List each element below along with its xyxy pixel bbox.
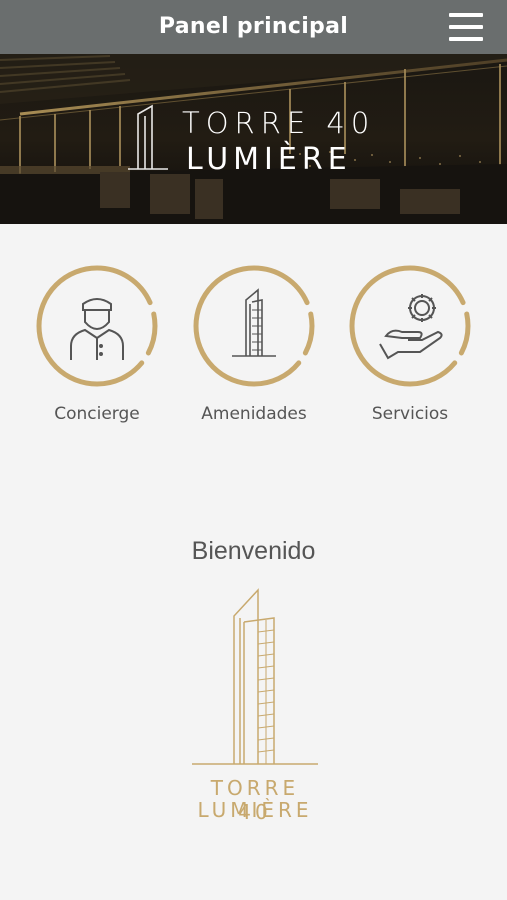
servicios-ring [348,264,472,388]
welcome-heading: Bienvenido [191,537,316,565]
amenidades-button[interactable]: Amenidades [184,264,324,424]
concierge-person-icon [70,298,124,360]
tower-logo-icon [192,588,318,765]
hero-brand-line2: LUMIÈRE [186,142,352,177]
servicios-button[interactable]: Servicios [340,264,480,424]
tower-building-icon [232,288,276,357]
hero-banner: TORRE 40 LUMIÈRE [0,54,507,224]
features-row: Concierge Amenidades Servicios [0,224,507,454]
page-title: Panel principal [158,14,349,39]
amenidades-label: Amenidades [201,404,307,424]
concierge-ring [35,264,159,388]
servicios-label: Servicios [371,404,449,424]
concierge-label: Concierge [54,404,140,424]
top-bar: Panel principal [0,0,507,54]
hamburger-menu-icon[interactable] [449,13,483,41]
hero-brand-line1: TORRE 40 [182,106,376,140]
logo-line2: LUMIÈRE [197,798,313,822]
concierge-button[interactable]: Concierge [27,264,167,424]
torre40-logo: TORRE 40 LUMIÈRE [190,588,320,828]
gear-hand-icon [379,294,443,360]
amenidades-ring [192,264,316,388]
